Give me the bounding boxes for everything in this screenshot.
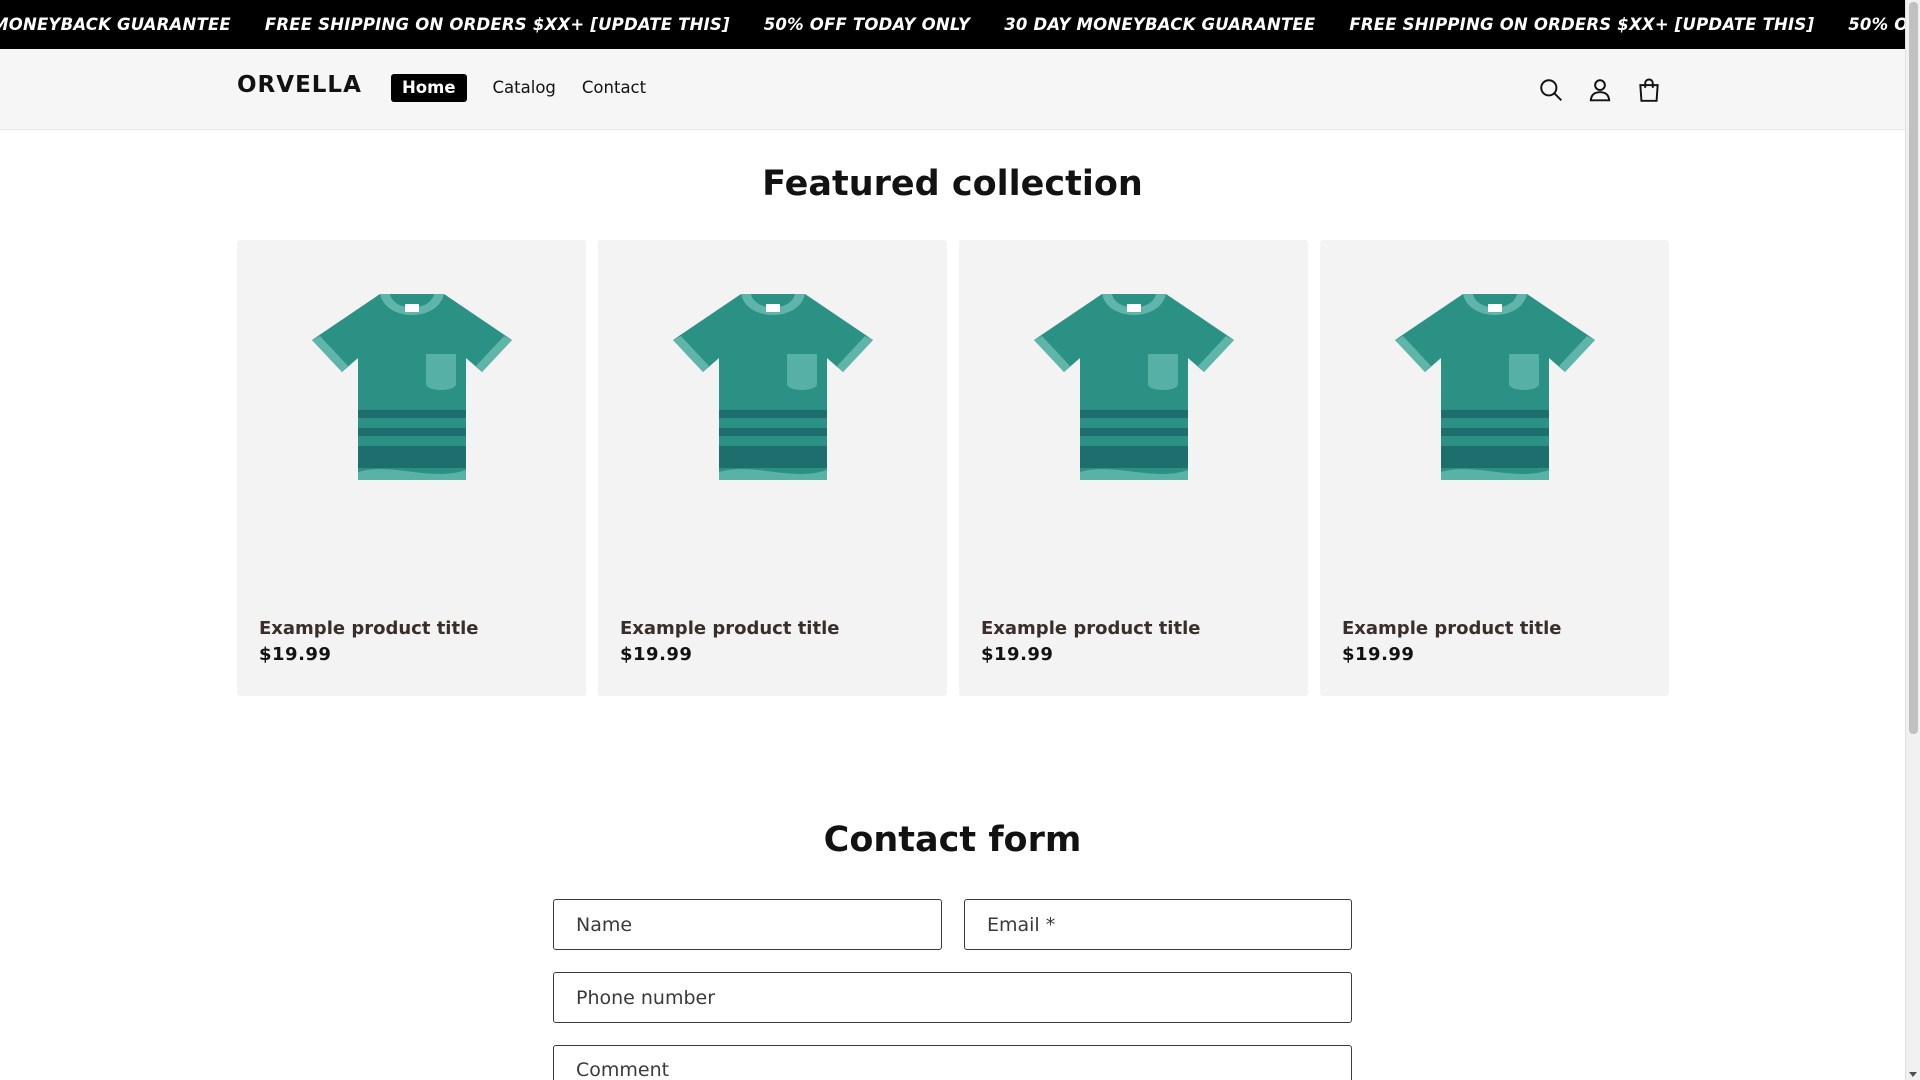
scroll-down-arrow-icon[interactable] xyxy=(1909,1072,1917,1077)
product-title[interactable]: Example product title xyxy=(259,618,478,639)
comment-input[interactable] xyxy=(576,1059,1351,1080)
phone-field[interactable] xyxy=(553,972,1352,1023)
product-price: $19.99 xyxy=(259,644,332,665)
tshirt-image-icon xyxy=(1394,294,1595,480)
product-image[interactable] xyxy=(959,240,1308,590)
scrollbar-thumb[interactable] xyxy=(1909,2,1918,734)
announcement-item: 50% OFF TODAY ONL xyxy=(1848,15,1905,34)
announcement-bar: Y MONEYBACK GUARANTEE FREE SHIPPING ON O… xyxy=(0,0,1905,49)
announcement-item: Y MONEYBACK GUARANTEE xyxy=(0,15,231,34)
announcement-item: FREE SHIPPING ON ORDERS $XX+ [UPDATE THI… xyxy=(264,15,730,34)
product-card[interactable]: Example product title $19.99 xyxy=(237,240,586,696)
account-icon[interactable] xyxy=(1584,74,1616,106)
tshirt-image-icon xyxy=(1033,294,1234,480)
email-field[interactable] xyxy=(964,899,1352,950)
announcement-item: 50% OFF TODAY ONLY xyxy=(763,15,971,34)
featured-collection-title: Featured collection xyxy=(762,164,1143,204)
nav-item-catalog[interactable]: Catalog xyxy=(493,74,556,102)
store-logo[interactable]: ORVELLA xyxy=(237,72,362,98)
product-card[interactable]: Example product title $19.99 xyxy=(1320,240,1669,696)
product-image[interactable] xyxy=(598,240,947,590)
email-input[interactable] xyxy=(987,913,1351,936)
product-price: $19.99 xyxy=(981,644,1054,665)
nav-item-contact[interactable]: Contact xyxy=(582,74,646,102)
comment-field[interactable] xyxy=(553,1045,1352,1080)
page-scrollbar[interactable] xyxy=(1905,0,1920,1080)
name-field[interactable] xyxy=(553,899,942,950)
product-title[interactable]: Example product title xyxy=(1342,618,1561,639)
name-input[interactable] xyxy=(576,913,941,936)
contact-form-title: Contact form xyxy=(823,820,1082,860)
product-title[interactable]: Example product title xyxy=(620,618,839,639)
site-header: ORVELLA Home Catalog Contact xyxy=(0,49,1905,130)
tshirt-image-icon xyxy=(311,294,512,480)
product-title[interactable]: Example product title xyxy=(981,618,1200,639)
search-icon[interactable] xyxy=(1535,74,1567,106)
nav-item-home[interactable]: Home xyxy=(391,74,467,102)
product-image[interactable] xyxy=(1320,240,1669,590)
product-price: $19.99 xyxy=(620,644,693,665)
product-grid: Example product title $19.99 Example pro… xyxy=(237,240,1669,696)
tshirt-image-icon xyxy=(672,294,873,480)
page: Y MONEYBACK GUARANTEE FREE SHIPPING ON O… xyxy=(0,0,1920,1080)
product-image[interactable] xyxy=(237,240,586,590)
announcement-track: Y MONEYBACK GUARANTEE FREE SHIPPING ON O… xyxy=(0,0,1905,49)
announcement-item: 30 DAY MONEYBACK GUARANTEE xyxy=(1004,15,1316,34)
product-card[interactable]: Example product title $19.99 xyxy=(598,240,947,696)
announcement-item: FREE SHIPPING ON ORDERS $XX+ [UPDATE THI… xyxy=(1349,15,1815,34)
cart-icon[interactable] xyxy=(1633,74,1665,106)
phone-input[interactable] xyxy=(576,986,1351,1009)
header-icons xyxy=(1535,74,1682,106)
main-nav: Home Catalog Contact xyxy=(391,74,672,102)
product-card[interactable]: Example product title $19.99 xyxy=(959,240,1308,696)
product-price: $19.99 xyxy=(1342,644,1415,665)
